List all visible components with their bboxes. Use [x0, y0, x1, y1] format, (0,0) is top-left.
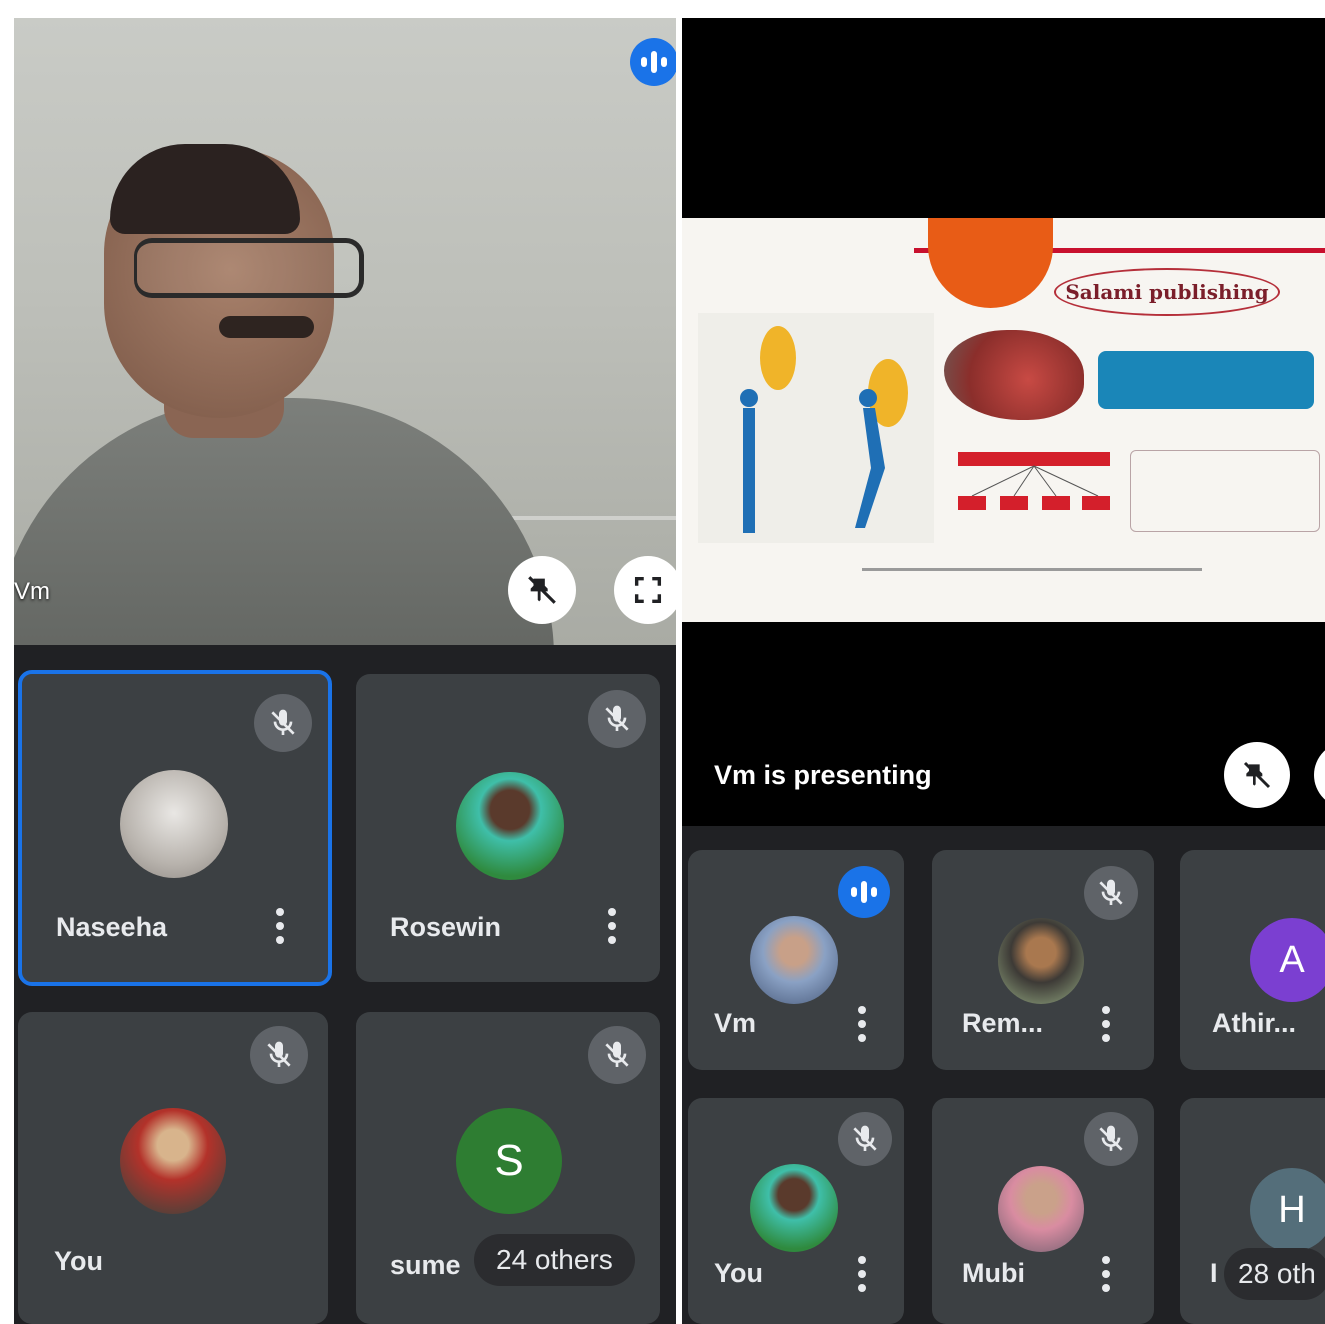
- mic-off-icon: [588, 690, 646, 748]
- presenting-label: Vm is presenting: [714, 760, 932, 790]
- slide-url-line: [862, 568, 1202, 571]
- lightbulb-figures-illustration: [740, 326, 908, 533]
- avatar: [456, 772, 564, 880]
- unpin-icon: [528, 576, 556, 604]
- participant-tile-you[interactable]: You: [18, 1012, 328, 1324]
- letter-avatar: A: [1250, 918, 1325, 1002]
- avatar: [750, 1164, 838, 1252]
- avatar: [750, 916, 838, 1004]
- more-vert-icon[interactable]: [1096, 1006, 1116, 1042]
- fullscreen-icon: [634, 576, 662, 604]
- participant-tile-mubi[interactable]: Mubi: [932, 1098, 1154, 1324]
- right-meeting-screen: Salami publishing Vm is presenting Vm Re…: [682, 18, 1325, 1324]
- slide-illustration: [698, 313, 934, 543]
- left-meeting-screen: Vm Naseeha Rosewin You S sume 24 others: [14, 18, 676, 1324]
- slide-study-diagram: [958, 452, 1110, 510]
- participant-tile-vm[interactable]: Vm: [688, 850, 904, 1070]
- shared-slide: Salami publishing: [682, 218, 1325, 622]
- participant-name: Naseeha: [56, 912, 168, 942]
- speaker-name: Vm: [14, 578, 50, 605]
- more-vert-icon[interactable]: [602, 908, 622, 944]
- speaking-icon: [630, 38, 676, 86]
- participant-tile-sume[interactable]: S sume 24 others: [356, 1012, 660, 1324]
- participant-name: sume: [390, 1250, 461, 1280]
- audio-wave-icon: [838, 866, 890, 918]
- participant-name: Mubi: [962, 1258, 1025, 1288]
- letter-avatar: S: [456, 1108, 562, 1214]
- speaker-video[interactable]: Vm: [14, 18, 676, 645]
- unpin-button[interactable]: [1224, 742, 1290, 808]
- participant-name: Rosewin: [390, 912, 502, 942]
- salami-image: [944, 330, 1084, 420]
- fullscreen-button[interactable]: [614, 556, 676, 624]
- speaker-glasses: [134, 238, 364, 298]
- mic-off-icon: [254, 694, 312, 752]
- mic-off-icon: [588, 1026, 646, 1084]
- others-count-chip[interactable]: 28 oth: [1224, 1248, 1325, 1300]
- participant-name: You: [714, 1258, 763, 1288]
- slide-title-oval: Salami publishing: [1054, 268, 1280, 316]
- avatar: [120, 1108, 226, 1214]
- unpin-icon: [1243, 761, 1271, 789]
- letter-avatar: H: [1250, 1168, 1325, 1252]
- slide-callout-box: [1098, 351, 1314, 409]
- mic-off-icon: [250, 1026, 308, 1084]
- avatar: [998, 918, 1084, 1004]
- speaker-mustache: [219, 316, 314, 338]
- participant-name: Vm: [714, 1008, 757, 1038]
- more-vert-icon[interactable]: [852, 1006, 872, 1042]
- slide-title: Salami publishing: [1065, 280, 1269, 304]
- participant-tile-naseeha[interactable]: Naseeha: [18, 670, 332, 986]
- slide-orange-badge: [928, 218, 1053, 308]
- mic-off-icon: [1084, 1112, 1138, 1166]
- participant-tile-rem[interactable]: Rem...: [932, 850, 1154, 1070]
- others-count-chip[interactable]: 24 others: [474, 1234, 635, 1286]
- more-vert-icon[interactable]: [270, 908, 290, 944]
- more-vert-icon[interactable]: [852, 1256, 872, 1292]
- participant-tile-athir[interactable]: A Athir...: [1180, 850, 1325, 1070]
- avatar: [998, 1166, 1084, 1252]
- unpin-button[interactable]: [508, 556, 576, 624]
- more-vert-icon[interactable]: [1096, 1256, 1116, 1292]
- slide-note-box: [1130, 450, 1320, 532]
- mic-off-icon: [838, 1112, 892, 1166]
- participant-name: Athir...: [1212, 1008, 1297, 1038]
- participant-name: I: [1210, 1258, 1218, 1288]
- participant-tile-rosewin[interactable]: Rosewin: [356, 674, 660, 982]
- speaker-shirt: [14, 398, 554, 645]
- participant-name: Rem...: [962, 1008, 1044, 1038]
- participant-tile-h[interactable]: H I 28 oth: [1180, 1098, 1325, 1324]
- avatar: [120, 770, 228, 878]
- wall-edge: [494, 516, 676, 520]
- participant-name: You: [54, 1246, 103, 1276]
- participant-tile-you[interactable]: You: [688, 1098, 904, 1324]
- mic-off-icon: [1084, 866, 1138, 920]
